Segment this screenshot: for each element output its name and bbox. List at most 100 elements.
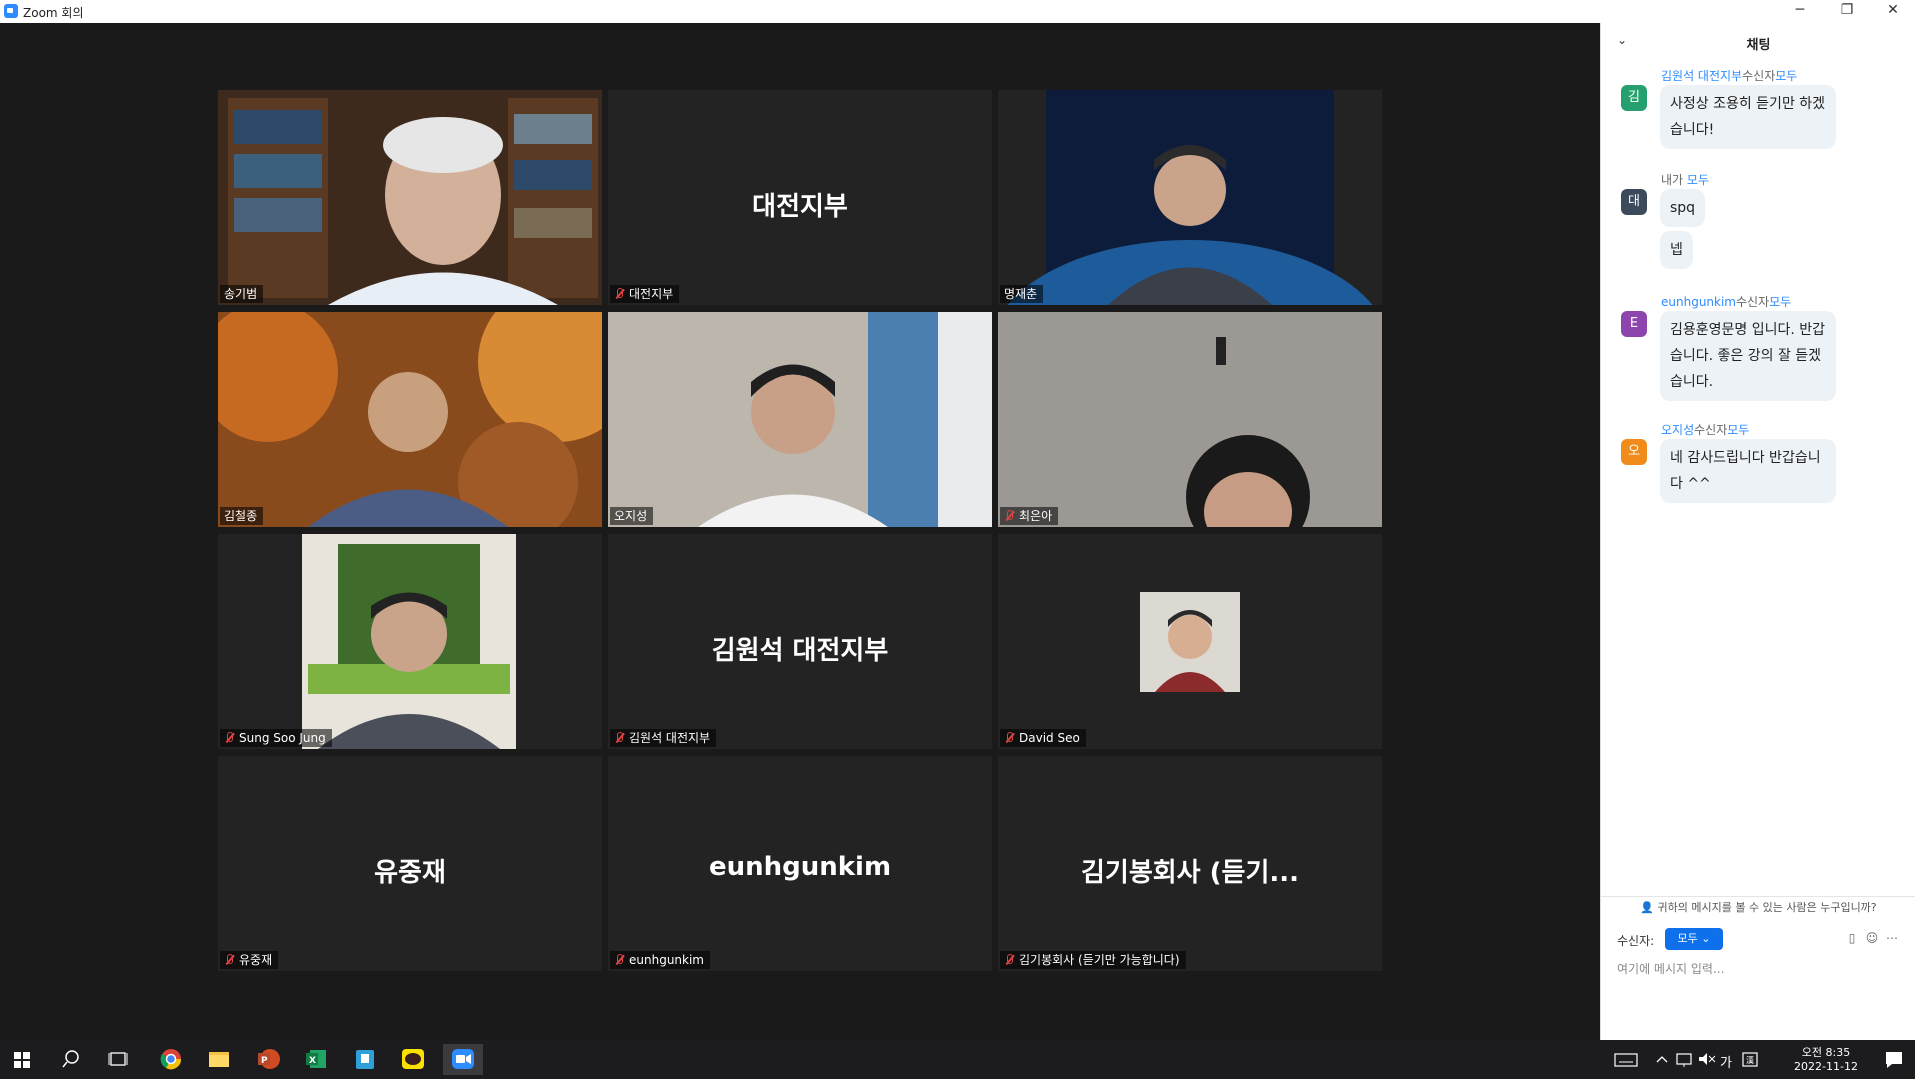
recipient-label: 수신자: [1617,934,1655,948]
participant-tile-active-speaker[interactable]: 오지성 [608,312,992,527]
participant-tile[interactable]: 김기봉회사 (듣기... 김기봉회사 (듣기만 가능합니다) [998,756,1382,971]
more-icon[interactable]: ⋯ [1885,931,1899,945]
participant-name: 유중재 [220,951,279,969]
participant-tile[interactable]: 김철종 [218,312,602,527]
participant-name: 김원석 대전지부 [610,729,717,747]
recipient-row: 수신자: 모두 ⌄ ▯ ☺ ⋯ [1617,928,1907,952]
muted-mic-icon [1004,732,1014,744]
chat-title: 채팅 [1746,38,1771,53]
svg-text:P: P [261,1056,268,1066]
svg-text:漢: 漢 [1746,1055,1754,1065]
windows-start-icon[interactable] [2,1044,42,1075]
participant-name: 오지성 [610,507,654,525]
message-text: 넵 [1660,231,1693,269]
chat-input[interactable] [1617,957,1897,981]
title-bar: Zoom 회의 ─ ❐ ✕ [0,0,1915,23]
participant-name: eunhgunkim [610,951,710,969]
bandizip-icon[interactable] [345,1044,385,1075]
participant-video [608,312,992,527]
participant-display-name: 김기봉회사 (듣기... [1080,858,1299,888]
zoom-app-icon [4,4,18,18]
clock-time[interactable]: 오전 8:35 [1780,1044,1872,1060]
close-button[interactable]: ✕ [1870,0,1915,23]
avatar: 오 [1621,439,1647,465]
participant-tile[interactable]: 대전지부 대전지부 [608,90,992,305]
muted-mic-icon [224,954,234,966]
participant-name: 김기봉회사 (듣기만 가능합니다) [1000,951,1186,969]
muted-mic-icon [1004,510,1014,522]
restore-button[interactable]: ❐ [1824,0,1870,23]
message-header: 오지성수신자모두 [1661,423,1750,437]
participant-video [218,534,602,749]
svg-text:X: X [309,1056,316,1066]
privacy-hint[interactable]: 👤 귀하의 메시지를 볼 수 있는 사람은 누구입니까? [1601,896,1915,919]
participant-tile[interactable]: eunhgunkim eunhgunkim [608,756,992,971]
chat-panel: ⌄ 채팅 김원석 대전지부수신자모두 김 사정상 조용히 듣기만 하겠습니다! … [1600,23,1915,1040]
participant-video [218,90,602,305]
chat-message: 김원석 대전지부수신자모두 김 사정상 조용히 듣기만 하겠습니다! [1621,67,1901,177]
participant-name: 명재춘 [1000,285,1044,303]
participant-name: 송기범 [220,285,264,303]
participant-display-name: eunhgunkim [708,852,892,882]
notification-icon[interactable] [1874,1044,1914,1075]
chrome-icon[interactable] [151,1044,191,1075]
clock-date[interactable]: 2022-11-12 [1780,1060,1872,1073]
message-text: spq [1660,189,1706,227]
participant-display-name: 유중재 [374,858,446,888]
message-text: 사정상 조용히 듣기만 하겠습니다! [1660,85,1836,149]
muted-mic-icon [224,732,234,744]
user-info-icon: 👤 [1640,901,1658,914]
message-header: 김원석 대전지부수신자모두 [1661,69,1798,83]
chat-message: 오지성수신자모두 오 네 감사드립니다 반갑습니다 ^^ [1621,421,1901,511]
participant-tile[interactable]: 유중재 유중재 [218,756,602,971]
participant-tile[interactable]: 최은아 [998,312,1382,527]
file-icon[interactable]: ▯ [1845,931,1859,945]
chat-message: 내가 모두 대 spq 넵 [1621,171,1901,271]
avatar: 대 [1621,189,1647,215]
muted-mic-icon [614,732,624,744]
participant-tile[interactable]: 명재춘 [998,90,1382,305]
participant-tile[interactable]: Sung Soo Jung [218,534,602,749]
zoom-taskbar-icon[interactable] [443,1044,483,1075]
message-text: 김용훈영문명 입니다. 반갑습니다. 좋은 강의 잘 듣겠습니다. [1660,311,1836,401]
participant-video [998,312,1382,527]
participant-tile[interactable]: 송기범 [218,90,602,305]
chat-header: ⌄ 채팅 [1601,23,1915,59]
gallery-view: 송기범 대전지부 대전지부 명재춘 김철종 오지성 최은아 Sung Soo J… [0,23,1600,1040]
window-title: Zoom 회의 [23,6,84,20]
participant-name: 최은아 [1000,507,1059,525]
participant-tile[interactable]: David Seo [998,534,1382,749]
message-header: 내가 모두 [1661,173,1710,187]
participant-display-name: 김원석 대전지부 [711,636,889,666]
emoji-icon[interactable]: ☺ [1865,931,1879,945]
message-header: eunhgunkim수신자모두 [1661,295,1792,309]
message-text: 네 감사드립니다 반갑습니다 ^^ [1660,439,1836,503]
minimize-button[interactable]: ─ [1777,0,1823,23]
file-explorer-icon[interactable] [199,1044,239,1075]
muted-mic-icon [614,954,624,966]
ime-mode-icon[interactable]: 漢 [1738,1044,1778,1075]
participant-display-name: 대전지부 [752,192,848,222]
participant-name: Sung Soo Jung [220,729,332,747]
ime-indicator[interactable]: 가 [1716,1052,1736,1071]
participant-name: 대전지부 [610,285,680,303]
participant-name: 김철종 [220,507,264,525]
search-icon[interactable] [50,1044,90,1075]
windows-taskbar: P X 가 漢 오전 8:35 2022-11-12 [0,1040,1915,1079]
avatar: 김 [1621,85,1647,111]
participant-video [218,312,602,527]
avatar: E [1621,311,1647,337]
profile-picture [1140,592,1240,692]
muted-mic-icon [614,288,624,300]
recipient-select[interactable]: 모두 ⌄ [1665,928,1723,950]
keyboard-icon[interactable] [1606,1044,1646,1075]
muted-mic-icon [1004,954,1014,966]
participant-tile[interactable]: 김원석 대전지부 김원석 대전지부 [608,534,992,749]
task-view-icon[interactable] [98,1044,138,1075]
kakaotalk-icon[interactable] [393,1044,433,1075]
excel-icon[interactable]: X [296,1044,336,1075]
participant-video [998,90,1382,305]
chat-message: eunhgunkim수신자모두 E 김용훈영문명 입니다. 반갑습니다. 좋은 … [1621,293,1901,413]
powerpoint-icon[interactable]: P [248,1044,288,1075]
participant-name: David Seo [1000,729,1086,747]
